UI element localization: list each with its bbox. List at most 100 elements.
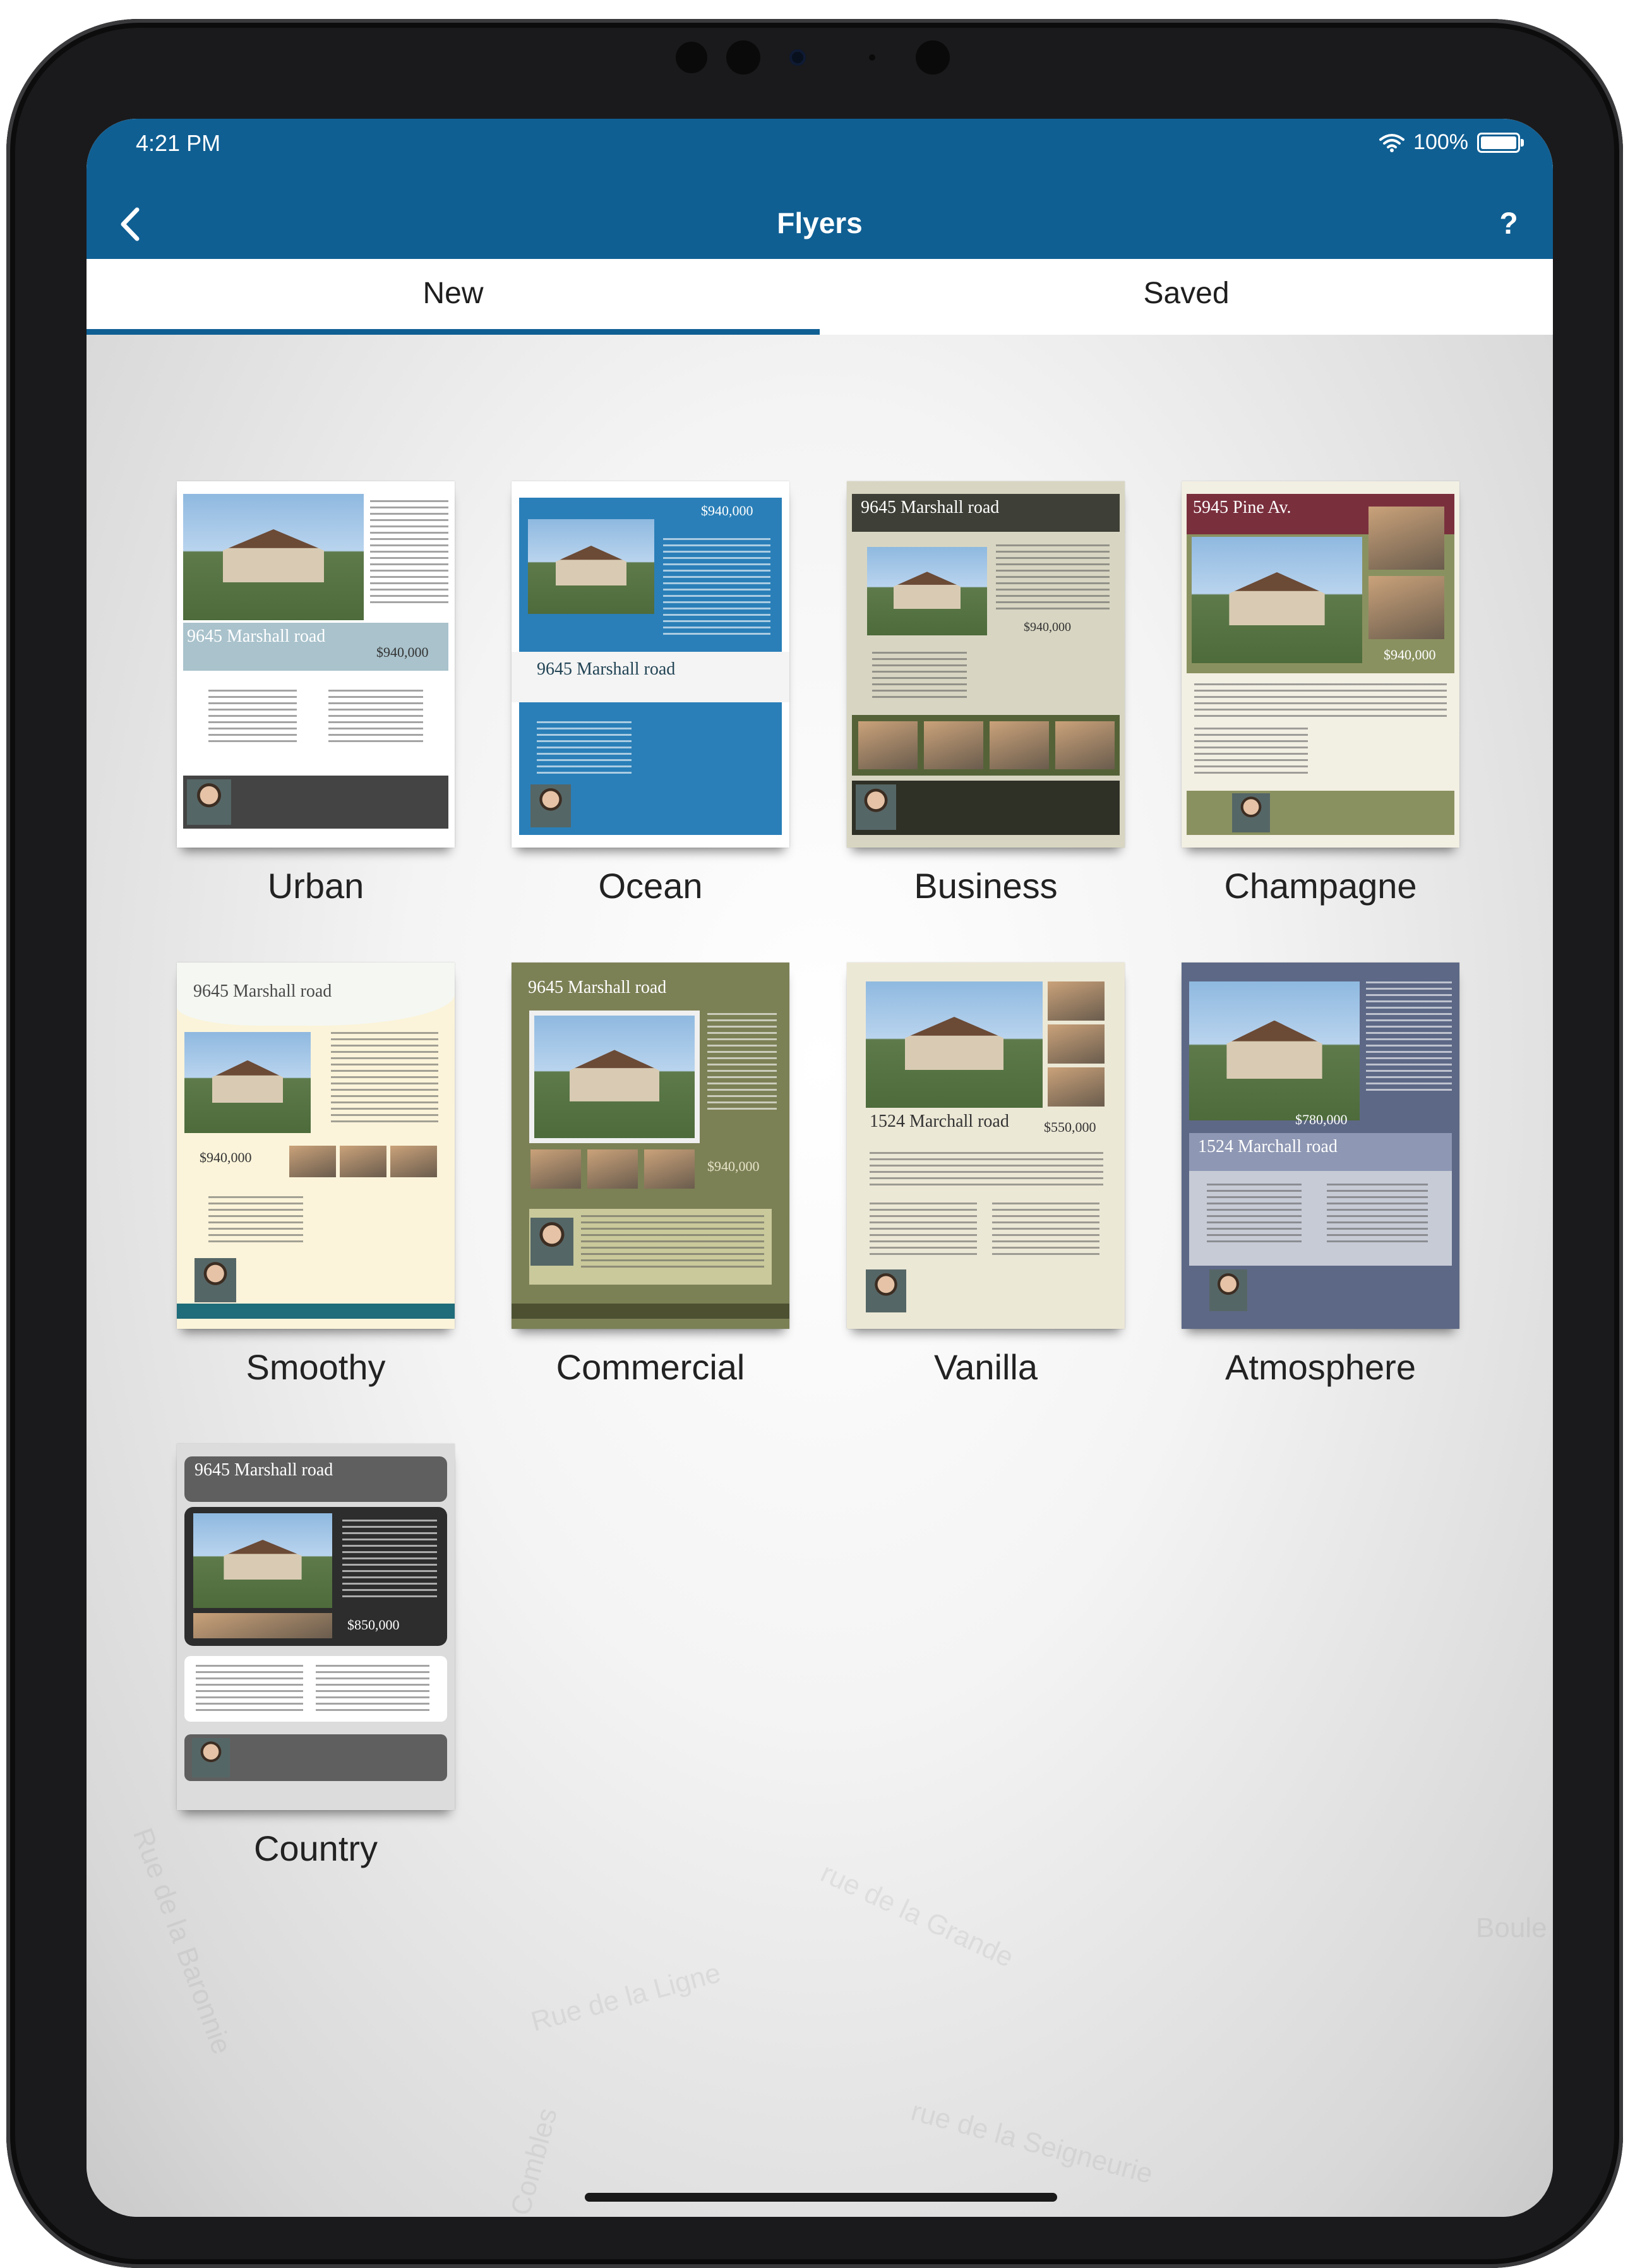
room-photo — [289, 1146, 336, 1177]
tab-saved[interactable]: Saved — [820, 259, 1553, 335]
status-right: 100% — [1379, 130, 1524, 155]
template-name: Commercial — [556, 1347, 745, 1387]
flyer-price: $780,000 — [1295, 1112, 1348, 1127]
flyer-title: 1524 Marchall road — [870, 1112, 1009, 1131]
ipad-frame: Rue de la Baronnie Rue de la Ligne des C… — [6, 19, 1623, 2268]
status-bar: 4:21 PM 100% — [87, 119, 1553, 188]
tab-new[interactable]: New — [87, 259, 820, 335]
house-photo — [184, 1032, 311, 1133]
room-photo — [1368, 507, 1444, 570]
sensor-dot — [869, 54, 875, 61]
house-photo — [867, 547, 987, 635]
flyer-title: 9645 Marshall road — [193, 981, 332, 1001]
footer-band — [512, 1304, 789, 1319]
template-name: Champagne — [1224, 866, 1417, 906]
flyer-price: $550,000 — [1044, 1119, 1096, 1135]
room-photo — [1048, 981, 1105, 1021]
agent-band — [177, 1304, 455, 1319]
template-thumbnail: $940,000 9645 Marshall road — [512, 481, 789, 848]
template-thumbnail: 1524 Marchall road $550,000 — [847, 963, 1125, 1329]
agent-photo — [195, 1258, 236, 1302]
features-text — [992, 1203, 1099, 1259]
flyer-title: 9645 Marshall road — [537, 659, 676, 679]
details-text — [537, 721, 632, 778]
flyer-price: $940,000 — [1384, 647, 1436, 663]
battery-percent: 100% — [1413, 130, 1468, 154]
room-photo — [858, 721, 918, 769]
description-text — [370, 500, 448, 608]
template-thumbnail: 5945 Pine Av. $940,000 — [1182, 481, 1459, 848]
flyer-price: $940,000 — [707, 1158, 760, 1174]
sensor-dot — [916, 40, 950, 75]
house-photo — [528, 519, 654, 614]
room-photo — [1368, 576, 1444, 639]
details-text — [208, 1196, 303, 1247]
flyer-title: 9645 Marshall road — [195, 1460, 333, 1480]
template-thumbnail: $780,000 1524 Marchall road — [1182, 963, 1459, 1329]
house-photo — [183, 494, 364, 620]
details-text — [196, 1665, 303, 1715]
template-name: Country — [253, 1828, 378, 1868]
room-photo — [340, 1146, 386, 1177]
template-thumbnail: 9645 Marshall road $940,000 — [177, 963, 455, 1329]
template-name: Vanilla — [934, 1347, 1038, 1387]
house-photo — [534, 1016, 695, 1138]
template-thumbnail: 9645 Marshall road $940,000 — [177, 481, 455, 848]
template-thumbnail: 9645 Marshall road $940,000 — [512, 963, 789, 1329]
flyer-price: $940,000 — [200, 1149, 252, 1165]
house-photo — [1189, 981, 1360, 1120]
details-text — [870, 1203, 977, 1259]
screen: Rue de la Baronnie Rue de la Ligne des C… — [87, 119, 1553, 2217]
wifi-icon — [1379, 133, 1405, 152]
room-photo — [587, 1149, 638, 1189]
flyer-price: $940,000 — [701, 503, 753, 519]
room-photo — [1048, 1024, 1105, 1064]
tab-bar: New Saved — [87, 259, 1553, 335]
page-title: Flyers — [777, 207, 863, 239]
agent-photo — [866, 1269, 906, 1312]
details-text — [208, 690, 297, 747]
room-photo — [990, 721, 1049, 769]
description-text — [331, 1032, 438, 1127]
room-photo — [1048, 1067, 1105, 1107]
details-text — [1207, 1184, 1302, 1247]
flyer-price: $940,000 — [1024, 620, 1071, 634]
flyer-title: 9645 Marshall road — [861, 498, 1000, 517]
flyer-title: 5945 Pine Av. — [1193, 498, 1291, 517]
room-photo — [390, 1146, 437, 1177]
description-text — [870, 1152, 1103, 1190]
details-text — [1194, 728, 1308, 778]
template-name: Smoothy — [246, 1347, 386, 1387]
description-text — [996, 544, 1110, 614]
template-name: Urban — [267, 866, 364, 906]
template-name: Atmosphere — [1225, 1347, 1416, 1387]
flyer-price: $850,000 — [347, 1617, 400, 1633]
house-photo — [1192, 537, 1362, 663]
agent-photo — [192, 1738, 230, 1777]
details-text — [581, 1215, 764, 1272]
room-photo — [644, 1149, 695, 1189]
description-text — [1194, 683, 1447, 721]
description-text — [707, 1013, 777, 1114]
front-camera-icon — [789, 49, 806, 66]
flyer-price: $940,000 — [376, 644, 429, 660]
description-text — [342, 1520, 437, 1602]
battery-icon — [1477, 132, 1524, 153]
sensor-dot — [726, 40, 760, 75]
flyer-title: 1524 Marchall road — [1198, 1137, 1338, 1156]
house-photo — [866, 981, 1043, 1108]
flyer-title: 9645 Marshall road — [187, 627, 326, 646]
description-text — [1366, 981, 1452, 1095]
room-photo — [924, 721, 983, 769]
description-text — [663, 538, 770, 639]
room-photo — [1055, 721, 1115, 769]
agent-band — [1187, 791, 1454, 835]
nav-bar: Flyers ? — [87, 188, 1553, 259]
agent-photo — [856, 784, 896, 830]
home-indicator[interactable] — [585, 2193, 1057, 2202]
room-photo — [530, 1149, 581, 1189]
help-button[interactable]: ? — [1490, 202, 1528, 246]
agent-photo — [187, 779, 231, 825]
agent-photo — [1209, 1269, 1247, 1311]
details-text — [872, 652, 967, 702]
